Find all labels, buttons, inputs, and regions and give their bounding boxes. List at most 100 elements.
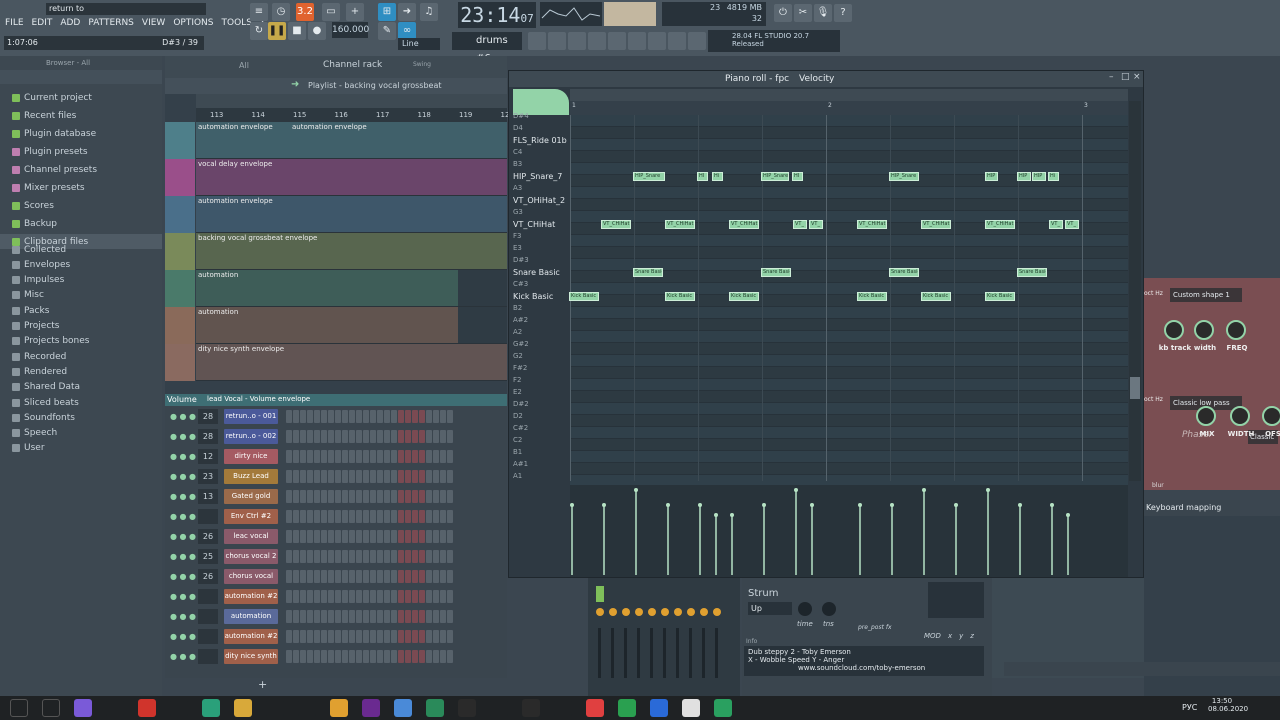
browser-item-current-project[interactable]: Current project: [12, 90, 92, 105]
piano-key-label[interactable]: D#2: [513, 400, 529, 408]
channel-mixer-track[interactable]: [198, 648, 218, 664]
step-button[interactable]: [433, 409, 439, 423]
step-button[interactable]: [356, 629, 362, 643]
note[interactable]: VT_CHiHat: [729, 220, 759, 229]
channel-name-button[interactable]: Gated gold saw: [224, 488, 278, 515]
step-button[interactable]: [293, 609, 299, 623]
step-button[interactable]: [286, 589, 292, 603]
step-button[interactable]: [314, 469, 320, 483]
app-icon[interactable]: [650, 699, 668, 717]
scrollbar-bottom[interactable]: [1004, 662, 1280, 676]
step-button[interactable]: [377, 589, 383, 603]
step-button[interactable]: [384, 469, 390, 483]
note[interactable]: Kick Basic: [985, 292, 1015, 301]
knob[interactable]: [1262, 406, 1280, 426]
step-button[interactable]: [398, 649, 404, 663]
note[interactable]: HI: [792, 172, 803, 181]
step-button[interactable]: [419, 549, 425, 563]
step-button[interactable]: [293, 649, 299, 663]
mixer-knob[interactable]: [674, 608, 682, 616]
piano-key-label[interactable]: D#4: [513, 112, 529, 120]
piano-key-label[interactable]: D#3: [513, 256, 529, 264]
step-button[interactable]: [349, 469, 355, 483]
channel-mute-icon[interactable]: ● ● ●: [170, 432, 198, 441]
step-button[interactable]: [440, 469, 446, 483]
step-button[interactable]: [349, 509, 355, 523]
step-button[interactable]: [384, 569, 390, 583]
step-button[interactable]: [363, 609, 369, 623]
channel-mute-icon[interactable]: ● ● ●: [170, 412, 198, 421]
track-header[interactable]: [165, 122, 195, 159]
note[interactable]: HIP: [985, 172, 998, 181]
step-button[interactable]: [419, 489, 425, 503]
app-icon[interactable]: [426, 699, 444, 717]
step-button[interactable]: [398, 509, 404, 523]
cortana-icon[interactable]: [74, 699, 92, 717]
step-button[interactable]: [405, 529, 411, 543]
step-button[interactable]: [447, 529, 453, 543]
velocity-handle[interactable]: [922, 488, 926, 492]
piano-key-label[interactable]: D2: [513, 412, 523, 420]
maximize-icon[interactable]: □: [1121, 72, 1130, 82]
step-button[interactable]: [391, 469, 397, 483]
step-button[interactable]: [419, 509, 425, 523]
step-button[interactable]: [370, 629, 376, 643]
typing-keyboard-icon[interactable]: 3.2: [296, 3, 314, 21]
step-button[interactable]: [349, 549, 355, 563]
step-button[interactable]: [321, 609, 327, 623]
step-button[interactable]: [384, 629, 390, 643]
step-button[interactable]: [286, 449, 292, 463]
step-button[interactable]: [377, 449, 383, 463]
piano-key-label[interactable]: HIP_Snare_7: [513, 172, 562, 181]
step-button[interactable]: [293, 409, 299, 423]
step-button[interactable]: [419, 589, 425, 603]
step-button[interactable]: [433, 629, 439, 643]
pencil-icon[interactable]: ✎: [378, 22, 396, 40]
step-button[interactable]: [384, 449, 390, 463]
channel-name-button[interactable]: Buzz Lead: [224, 468, 278, 484]
step-button[interactable]: [335, 429, 341, 443]
step-button[interactable]: [328, 609, 334, 623]
channel-row[interactable]: ● ● ● 25 chorus vocal 2: [170, 547, 453, 565]
track-clip[interactable]: vocal delay envelope: [196, 159, 507, 196]
step-button[interactable]: [433, 609, 439, 623]
step-sequencer[interactable]: [286, 569, 453, 583]
step-button[interactable]: [293, 429, 299, 443]
step-button[interactable]: [307, 549, 313, 563]
step-button[interactable]: [426, 589, 432, 603]
channel-mixer-track[interactable]: 28: [198, 408, 218, 424]
menu-add[interactable]: ADD: [59, 17, 81, 29]
browser-item-projects[interactable]: Projects: [12, 319, 59, 334]
add-channel-icon[interactable]: +: [258, 678, 267, 691]
velocity-handle[interactable]: [570, 503, 574, 507]
step-button[interactable]: [286, 469, 292, 483]
step-button[interactable]: [300, 649, 306, 663]
mixer-fader[interactable]: [650, 628, 653, 678]
knob[interactable]: [1164, 320, 1184, 340]
step-button[interactable]: [370, 569, 376, 583]
menu-edit[interactable]: EDIT: [31, 17, 54, 29]
step-button[interactable]: [356, 549, 362, 563]
browser-item-recent-files[interactable]: Recent files: [12, 108, 76, 123]
channel-filter[interactable]: All: [239, 61, 249, 70]
browser-item-recorded[interactable]: Recorded: [12, 349, 66, 364]
piano-key-label[interactable]: A1: [513, 472, 522, 480]
step-button[interactable]: [328, 449, 334, 463]
channel-mixer-track[interactable]: [198, 508, 218, 524]
step-button[interactable]: [314, 529, 320, 543]
velocity-handle[interactable]: [954, 503, 958, 507]
track-clip[interactable]: automation: [196, 270, 507, 307]
piano-key-label[interactable]: B3: [513, 160, 522, 168]
step-button[interactable]: [384, 409, 390, 423]
step-button[interactable]: [321, 429, 327, 443]
piano-key-label[interactable]: A2: [513, 328, 522, 336]
channel-row[interactable]: ● ● ● 28 retrun..o - 001: [170, 407, 453, 425]
step-button[interactable]: [300, 509, 306, 523]
channel-name-button[interactable]: retrun..o - 002: [224, 428, 278, 444]
step-button[interactable]: [426, 569, 432, 583]
step-sequencer[interactable]: [286, 549, 453, 563]
step-button[interactable]: [440, 529, 446, 543]
step-button[interactable]: [293, 549, 299, 563]
step-button[interactable]: [356, 609, 362, 623]
tns-knob[interactable]: [822, 602, 836, 616]
